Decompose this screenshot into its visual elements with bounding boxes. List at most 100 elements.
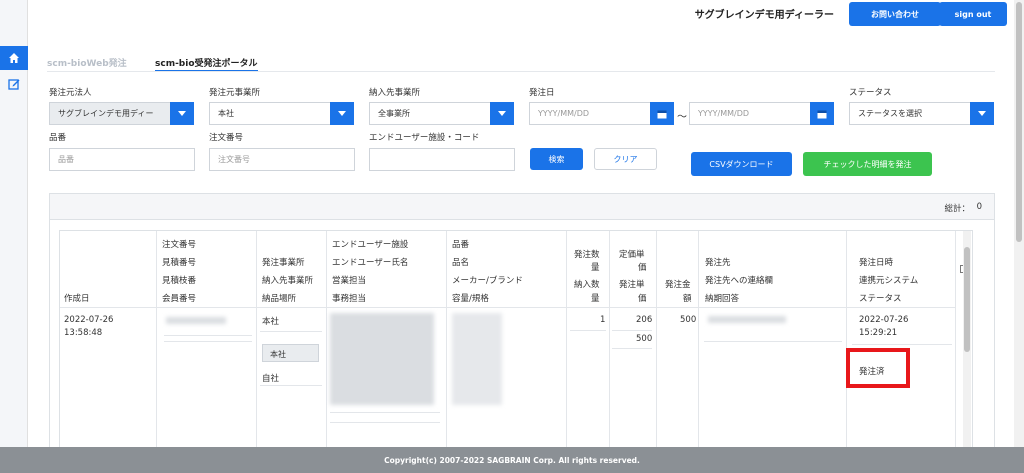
col-item-no: 品番 [452,240,470,250]
results-header: 総計： 0 [50,194,994,220]
table-scrollbar[interactable] [963,231,971,450]
copyright-text: Copyright(c) 2007-2022 SAGBRAIN Corp. Al… [384,455,640,465]
col-quote-no: 見積番号 [162,258,197,268]
col-enduser-name: エンドユーザー氏名 [332,258,409,268]
col-supplier: 発注先 [705,258,731,268]
row-amount: 500 [680,315,697,325]
page-scrollbar-thumb[interactable] [1016,2,1022,242]
col-capacity: 容量/規格 [452,294,489,304]
redacted-order-no [166,317,226,324]
row-delivery-office[interactable]: 本社 [262,344,319,362]
calendar-icon [817,110,827,118]
col-member-no: 会員番号 [162,294,197,304]
sidebar-item-edit[interactable] [0,72,28,96]
row-list-price: 206 [636,315,653,325]
delivery-office-label: 納入先事業所 [369,88,421,98]
table-scrollbar-thumb[interactable] [964,247,970,352]
col-office-rep: 事務担当 [332,294,367,304]
col-amount: 発注金 [665,280,691,290]
sidebar-item-home[interactable] [0,46,28,70]
col-list-price-2: 価 [638,263,647,273]
chevron-down-icon [178,111,186,116]
date-from-calendar-button[interactable] [650,102,674,125]
chevron-down-icon [498,111,506,116]
enduser-label: エンドユーザー施設・コード [369,133,480,143]
tab-portal[interactable]: scm-bio受発注ポータル [155,56,258,72]
col-order-no: 注文番号 [162,240,197,250]
calendar-icon [657,110,667,118]
order-checked-button[interactable]: チェックした明細を発注 [803,152,932,176]
col-delivery-qty: 納入数 [574,280,600,290]
col-unit-price-2: 価 [638,294,647,304]
date-to-calendar-button[interactable] [810,102,834,125]
search-button[interactable]: 検索 [530,148,583,170]
date-from-input[interactable]: YYYY/MM/DD [529,102,651,125]
ordering-corp-label: 発注元法人 [49,88,92,98]
col-quote-branch: 見積枝番 [162,276,197,286]
signout-button[interactable]: sign out [939,2,1007,26]
tab-web-order[interactable]: scm-bioWeb発注 [47,56,127,69]
col-order-office: 発注事業所 [262,258,305,268]
tab-divider [47,71,995,72]
col-amount-2: 額 [683,294,692,304]
col-delivery-office: 納入先事業所 [262,276,314,286]
order-date-label: 発注日 [529,88,555,98]
clear-button[interactable]: クリア [594,148,657,170]
col-order-qty: 発注数 [574,250,600,260]
row-order-time: 15:29:21 [859,328,898,338]
status-dropdown-button[interactable] [970,102,994,125]
col-item-name: 品名 [452,258,470,268]
col-status: ステータス [859,294,902,304]
total-label: 総計： [944,204,970,214]
redacted-item [452,313,502,405]
order-no-input[interactable]: 注文番号 [209,148,355,171]
footer: Copyright(c) 2007-2022 SAGBRAIN Corp. Al… [0,447,1024,473]
col-maker: メーカー/ブランド [452,276,523,286]
ordering-office-label: 発注元事業所 [209,88,261,98]
csv-download-button[interactable]: CSVダウンロード [691,152,792,176]
total-value: 0 [976,202,982,212]
delivery-office-dropdown-button[interactable] [490,102,514,125]
status-highlight-box [846,348,910,388]
ordering-corp-dropdown-button[interactable] [170,102,194,125]
date-separator: 〜 [677,112,687,123]
col-sales-rep: 営業担当 [332,276,367,286]
order-no-label: 注文番号 [209,133,244,143]
enduser-input[interactable] [369,148,515,171]
col-supplier-note: 発注先への連絡欄 [705,276,774,286]
ordering-office-select[interactable]: 本社 [209,102,331,125]
results-table: 作成日 注文番号 見積番号 見積枝番 会員番号 発注事業所 納入先事業所 納品場… [59,230,973,450]
contact-button[interactable]: お問い合わせ [849,2,941,26]
redacted-enduser [330,313,434,405]
chevron-down-icon [978,111,986,116]
status-select[interactable]: ステータスを選択 [849,102,971,125]
row-delivery-place: 自社 [262,374,280,384]
redacted-supplier [708,316,786,323]
delivery-office-select[interactable]: 全事業所 [369,102,491,125]
col-order-datetime: 発注日時 [859,258,894,268]
results-panel: 総計： 0 作成日 注文番号 見積番号 見積枝番 会員番号 発注事業所 納入先事… [49,193,995,453]
date-to-input[interactable]: YYYY/MM/DD [689,102,811,125]
ordering-office-dropdown-button[interactable] [330,102,354,125]
col-created: 作成日 [64,294,90,304]
row-unit-price: 500 [636,334,653,344]
row-office: 本社 [262,317,280,327]
dealer-name: サグブレインデモ用ディーラー [694,10,834,21]
col-list-price: 定価単 [619,250,645,260]
col-delivery-qty-2: 量 [591,294,600,304]
col-unit-price: 発注単 [619,280,645,290]
page-scrollbar[interactable] [1014,0,1024,447]
col-order-qty-2: 量 [591,263,600,273]
row-qty: 1 [600,315,606,325]
row-created-time: 13:58:48 [64,328,103,338]
ordering-corp-select[interactable]: サグブレインデモ用ディー [49,102,171,125]
col-delivery-reply: 納期回答 [705,294,740,304]
status-label: ステータス [849,88,892,98]
edit-icon [8,79,20,90]
row-order-date: 2022-07-26 [859,315,909,325]
col-delivery-place: 納品場所 [262,294,297,304]
sidebar [0,0,28,473]
row-created-date: 2022-07-26 [64,315,114,325]
col-enduser-facility: エンドユーザー施設 [332,240,409,250]
item-no-input[interactable]: 品番 [49,148,195,171]
